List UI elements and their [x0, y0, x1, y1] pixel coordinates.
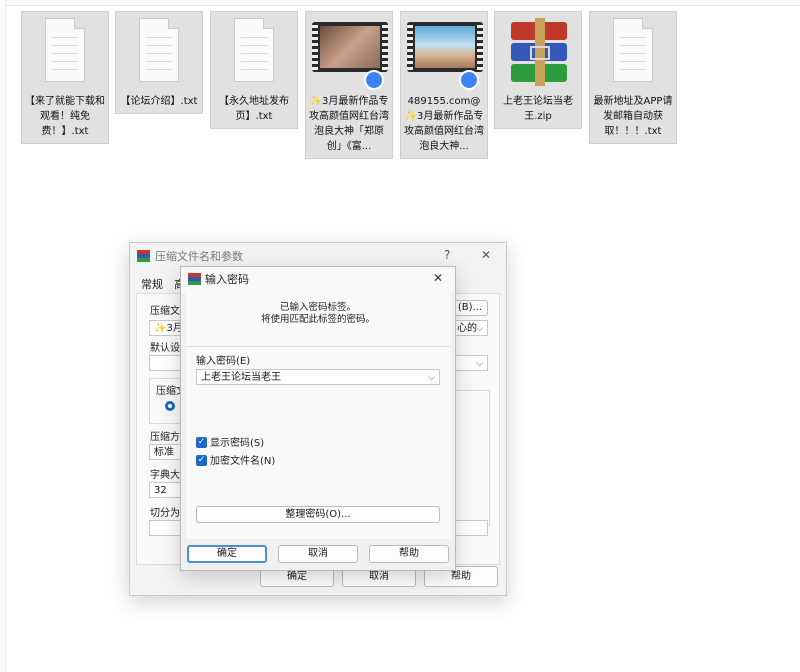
help-button[interactable]: 帮助 [369, 545, 449, 563]
close-icon[interactable]: ✕ [433, 271, 443, 285]
close-icon[interactable]: ✕ [481, 248, 491, 262]
file-item[interactable]: 【论坛介绍】.txt [115, 11, 203, 114]
winrar-app-icon [188, 273, 201, 286]
txt-file-icon [590, 12, 676, 92]
options-group [452, 390, 490, 526]
ok-button[interactable]: 确定 [187, 545, 267, 563]
file-item[interactable]: 489155.com@✨3月最新作品专攻高颜值网红台湾泡良大神... [400, 11, 488, 159]
video-thumbnail-icon [401, 12, 487, 92]
password-input[interactable]: 上老王论坛当老王 ⌵ [196, 369, 440, 385]
archive-name-label: 压缩文 [150, 306, 180, 317]
password-label: 输入密码(E) [196, 356, 251, 367]
update-mode-select[interactable]: 心的 ⌵ [452, 320, 488, 336]
show-password-checkbox[interactable]: ✓ [196, 437, 207, 448]
file-item[interactable]: 【来了就能下载和观看！纯免费！】.txt [21, 11, 109, 144]
profile-select[interactable]: ⌵ [452, 355, 488, 371]
tab-general[interactable]: 常规 [141, 278, 163, 291]
file-name: 489155.com@✨3月最新作品专攻高颜值网红台湾泡良大神... [404, 96, 484, 152]
txt-file-icon [211, 12, 297, 92]
window-left-edge [0, 0, 6, 672]
file-name: 上老王论坛当老王.zip [503, 96, 573, 122]
chevron-down-icon: ⌵ [476, 359, 483, 369]
video-thumbnail-icon [306, 12, 392, 92]
winrar-app-icon [137, 250, 150, 263]
dialog-title: 压缩文件名和参数 [155, 250, 243, 263]
show-password-label: 显示密码(S) [210, 438, 265, 449]
compression-method-label: 压缩方 [150, 432, 180, 443]
file-item[interactable]: 【永久地址发布页】.txt [210, 11, 298, 129]
dialog-body [186, 293, 450, 539]
help-icon[interactable]: ? [444, 248, 450, 262]
txt-file-icon [22, 12, 108, 92]
side-input[interactable] [452, 520, 488, 536]
chevron-down-icon: ⌵ [428, 373, 435, 383]
dialog-title: 输入密码 [205, 273, 249, 286]
file-name: 【论坛介绍】.txt [120, 96, 198, 107]
update-mode-value: 心的 [457, 323, 477, 334]
default-profile-label: 默认设 [150, 343, 180, 354]
file-item[interactable]: 最新地址及APP请发邮箱自动获取！！！.txt [589, 11, 677, 144]
file-name: 【来了就能下载和观看！纯免费！】.txt [25, 96, 105, 137]
organize-passwords-button[interactable]: 整理密码(O)... [196, 506, 440, 523]
split-volume-label: 切分为 [150, 508, 180, 519]
window-top-edge [0, 0, 800, 6]
title-bar: 输入密码 ✕ [181, 267, 455, 293]
cloud-sync-icon [459, 70, 479, 90]
enter-password-dialog: 输入密码 ✕ 已输入密码标签。 将使用匹配此标签的密码。 输入密码(E) 上老王… [180, 266, 456, 571]
txt-file-icon [116, 12, 202, 92]
dictionary-size-label: 字典大 [150, 470, 180, 481]
chevron-down-icon: ⌵ [476, 324, 483, 334]
winrar-archive-icon [495, 12, 581, 92]
file-name: 【永久地址发布页】.txt [219, 96, 289, 122]
info-text-line-2: 将使用匹配此标签的密码。 [260, 314, 375, 325]
file-name: 最新地址及APP请发邮箱自动获取！！！.txt [593, 96, 673, 137]
encrypt-filenames-checkbox[interactable]: ✓ [196, 455, 207, 466]
format-radio[interactable] [165, 401, 175, 411]
file-item[interactable]: ✨3月最新作品专攻高颜值网红台湾泡良大神「郑原创」《富... [305, 11, 393, 159]
file-item[interactable]: 上老王论坛当老王.zip [494, 11, 582, 129]
file-name: ✨3月最新作品专攻高颜值网红台湾泡良大神「郑原创」《富... [309, 96, 389, 152]
encrypt-filenames-label: 加密文件名(N) [210, 456, 276, 467]
cloud-sync-icon [364, 70, 384, 90]
cancel-button[interactable]: 取消 [278, 545, 358, 563]
password-value: 上老王论坛当老王 [201, 372, 281, 383]
divider [186, 346, 450, 347]
browse-button[interactable]: (B)... [452, 300, 488, 316]
